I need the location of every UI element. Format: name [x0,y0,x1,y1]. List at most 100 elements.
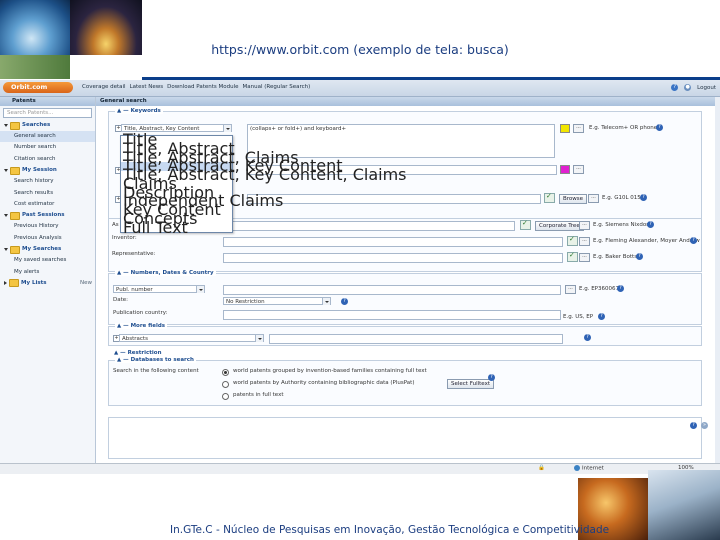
logout-link[interactable]: Logout [697,85,716,91]
sidebar-item-my-alerts[interactable]: My alerts [0,267,95,278]
more-fields-select[interactable]: Abstracts [119,334,264,342]
folder-icon [9,279,19,288]
classification-help-icon[interactable]: ? [640,194,647,201]
restriction-title[interactable]: ▲ — Restriction [114,350,162,356]
nav-latest-news[interactable]: Latest News [130,84,164,90]
corporate-tree-button[interactable]: Corporate Tree [535,221,584,231]
sidebar-item-cost-estimator[interactable]: Cost estimator [0,199,95,210]
more-options-button-2[interactable]: ... [573,165,584,174]
keywords-title: ▲ — Keywords [115,108,163,114]
assignee-label-fragment: As [112,222,119,228]
representative-help-icon[interactable]: ? [636,253,643,260]
keywords-help-icon[interactable]: ? [656,124,663,131]
keyword-field-dropdown[interactable]: Title Title, Abstract Title, Abstract, C… [120,132,406,235]
main-header: General search [96,97,715,106]
radio-patents-fulltext[interactable] [222,393,229,400]
bottom-action-icon[interactable]: » [701,422,708,429]
sidebar-item-general-search[interactable]: General search [0,131,95,143]
keywords-example: E.g. Telecom+ OR phone [589,125,658,131]
orbit-logo[interactable]: Orbit.com [3,82,73,93]
new-list-button[interactable]: New [80,278,92,289]
inventor-check-icon[interactable] [567,235,578,246]
assignee-input[interactable] [223,221,515,231]
sidebar-item-search-results[interactable]: Search results [0,188,95,199]
inventor-input[interactable] [223,237,563,247]
folder-icon [10,121,20,130]
sidebar-section-my-searches[interactable]: My Searches [0,244,95,255]
radio-plus-pat[interactable] [222,381,229,388]
orbit-app-window: Orbit.com Coverage detail Latest News Do… [0,80,720,474]
collapse-icon [4,124,8,127]
option-plus-pat: world patents by Authority containing bi… [233,380,415,386]
numbers-panel: ▲ — Numbers, Dates & Country Publ. numbe… [108,270,702,325]
sidebar-item-number-search[interactable]: Number search [0,142,95,153]
representative-example: E.g. Baker Botts [593,254,638,260]
nav-coverage-detail[interactable]: Coverage detail [82,84,126,90]
select-fulltext-button[interactable]: Select Fulltext [447,379,494,389]
highlight-color-yellow[interactable] [560,124,570,133]
bottom-help-icon[interactable]: ? [690,422,697,429]
more-fields-help-icon[interactable]: ? [584,334,591,341]
sidebar-item-previous-analysis[interactable]: Previous Analysis [0,233,95,244]
browse-button[interactable]: Browse [559,194,588,204]
sidebar-item-search-history[interactable]: Search history [0,176,95,187]
classification-check-icon[interactable] [544,192,555,203]
sidebar-item-citation-search[interactable]: Citation search [0,154,95,165]
folder-icon [10,166,20,175]
number-type-select[interactable]: Publ. number [113,285,205,293]
databases-help-icon[interactable]: ? [488,374,495,381]
more-fields-title: ▲ — More fields [115,323,168,329]
status-zone: Internet [574,465,604,472]
sidebar-search-input[interactable]: Search Patents... [3,108,92,118]
status-bar: 🔒 Internet 100% [0,463,720,474]
sidebar-section-my-session[interactable]: My Session [0,165,95,176]
databases-panel: ▲ — Databases to search Search in the fo… [108,357,702,406]
decorative-photo-microscope [648,470,720,540]
sidebar-item-my-saved-searches[interactable]: My saved searches [0,255,95,266]
country-help-icon[interactable]: ? [598,313,605,320]
more-fields-panel: ▲ — More fields + Abstracts ? [108,323,702,346]
databases-title: ▲ — Databases to search [115,357,196,363]
classification-options-button[interactable]: ... [588,194,599,203]
number-input[interactable] [223,285,561,295]
folder-icon [10,245,20,254]
databases-label: Search in the following content [113,368,199,374]
classification-input[interactable] [247,194,541,204]
inventor-options-button[interactable]: ... [579,237,590,246]
sidebar-section-searches[interactable]: Searches [0,120,95,131]
publication-country-input[interactable] [223,310,561,320]
option-families-fulltext: world patents grouped by invention-based… [233,368,427,374]
date-select[interactable]: No Restriction [223,297,331,305]
nav-manual[interactable]: Manual (Regular Search) [243,84,311,90]
slide-footer: In.GTe.C - Núcleo de Pesquisas em Inovaç… [170,524,610,536]
highlight-color-magenta[interactable] [560,165,570,174]
date-help-icon[interactable]: ? [341,298,348,305]
sidebar-section-past-sessions[interactable]: Past Sessions [0,210,95,221]
representative-input[interactable] [223,253,563,263]
dropdown-option-full-text[interactable]: Full Text [121,219,232,235]
assignee-help-icon[interactable]: ? [647,221,654,228]
more-options-button[interactable]: ... [573,124,584,133]
representative-options-button[interactable]: ... [579,253,590,262]
collapse-icon [4,281,7,286]
number-help-icon[interactable]: ? [617,285,624,292]
sidebar-header: Patents [0,97,95,106]
nav-download-patents-module[interactable]: Download Patents Module [167,84,238,90]
publication-country-label: Publication country: [113,310,168,316]
sidebar-item-previous-history[interactable]: Previous History [0,221,95,232]
user-icon[interactable]: ● [684,84,692,91]
inventor-help-icon[interactable]: ? [690,237,697,244]
help-icon[interactable]: ? [671,84,679,91]
number-options-button[interactable]: ... [565,285,576,294]
classification-example: E.g. G10L 015 [602,195,641,201]
assignee-check-icon[interactable] [520,219,531,230]
inventor-example: E.g. Fleming Alexander, Moyer Andrew [593,238,700,244]
assignee-options-button[interactable]: ... [579,221,590,230]
decorative-photo-plant [0,55,70,79]
radio-families-fulltext[interactable] [222,369,229,376]
more-fields-input[interactable] [269,334,563,344]
representative-label: Representative: [112,251,156,257]
sidebar-section-my-lists[interactable]: My Lists New [0,278,95,289]
representative-check-icon[interactable] [567,251,578,262]
collapse-icon [4,248,8,252]
